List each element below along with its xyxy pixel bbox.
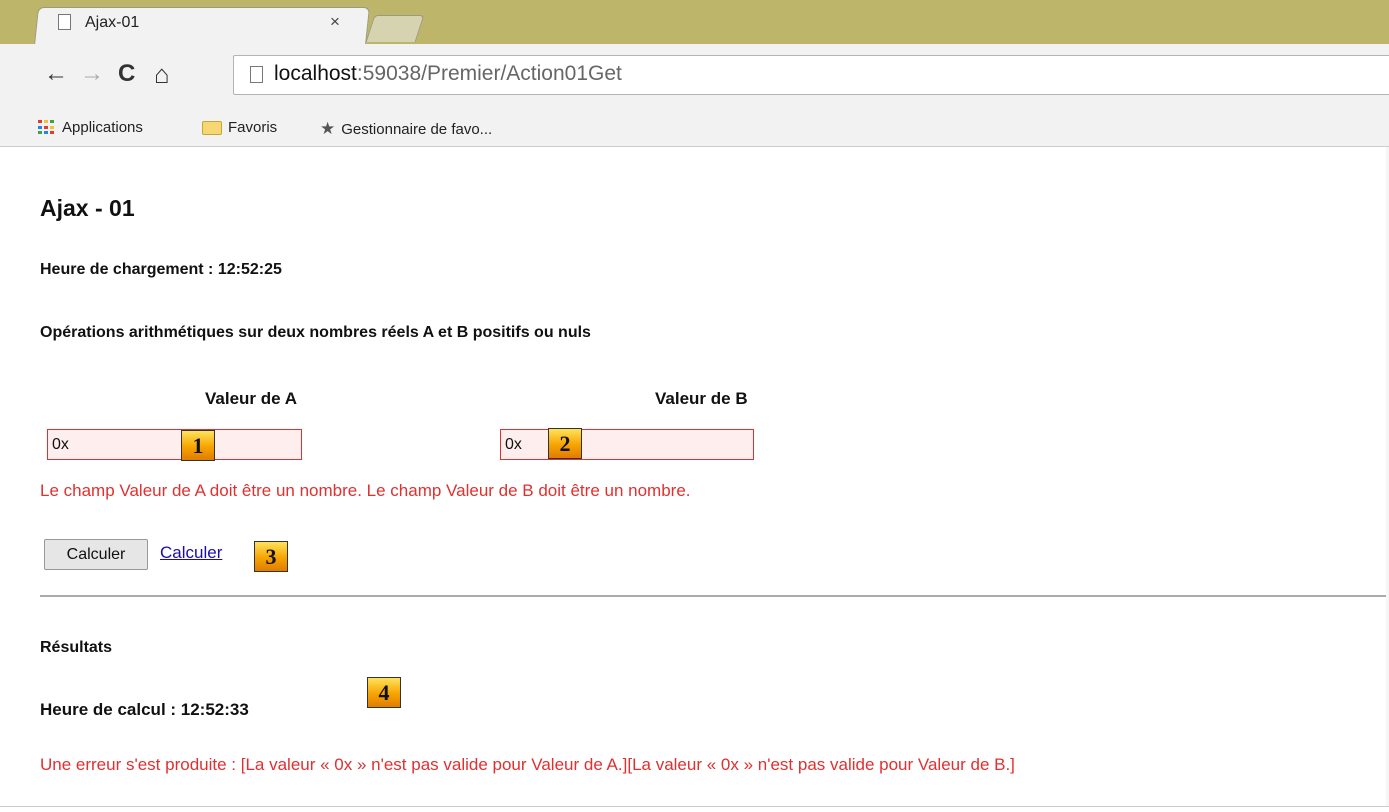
bookmark-label: Gestionnaire de favo...: [341, 120, 493, 138]
calculate-button[interactable]: Calculer: [44, 539, 148, 570]
divider: [40, 595, 1389, 597]
url-host: localhost: [274, 62, 357, 85]
annotation-marker-4: 4: [367, 677, 401, 708]
bookmark-label: Favoris: [228, 119, 278, 136]
annotation-marker-3: 3: [254, 541, 288, 572]
folder-icon: [202, 120, 222, 135]
new-tab-button[interactable]: [365, 15, 425, 42]
validation-error: Le champ Valeur de A doit être un nombre…: [40, 481, 691, 500]
star-icon: ★: [320, 119, 336, 138]
load-time: Heure de chargement : 12:52:25: [40, 261, 282, 278]
page-icon: [58, 14, 71, 30]
calc-time: Heure de calcul : 12:52:33: [40, 700, 249, 719]
forward-icon[interactable]: →: [80, 60, 104, 88]
bookmark-label: Applications: [62, 119, 143, 136]
apps-grid-icon: [38, 120, 56, 135]
bookmark-applications[interactable]: Applications: [38, 119, 143, 136]
value-a-input[interactable]: [47, 429, 302, 460]
tab-close-icon[interactable]: ×: [330, 12, 340, 32]
bookmarks-bar: Applications Favoris ★ Gestionnaire de f…: [0, 110, 1389, 147]
home-icon[interactable]: ⌂: [154, 60, 170, 88]
results-heading: Résultats: [40, 639, 113, 656]
result-error: Une erreur s'est produite : [La valeur «…: [40, 755, 1015, 774]
label-value-b: Valeur de B: [655, 389, 748, 408]
annotation-marker-2: 2: [548, 428, 582, 459]
bookmark-favoris[interactable]: Favoris: [202, 119, 277, 136]
url-path: :59038/Premier/Action01Get: [356, 62, 622, 85]
tab-title: Ajax-01: [85, 14, 140, 31]
annotation-marker-1: 1: [181, 430, 215, 461]
page-title: Ajax - 01: [40, 195, 135, 221]
url-text: localhost:59038/Premier/Action01Get: [274, 62, 622, 86]
back-icon[interactable]: ←: [44, 60, 68, 88]
page-content: Ajax - 01 Heure de chargement : 12:52:25…: [0, 147, 1389, 812]
value-b-input[interactable]: [500, 429, 754, 460]
page-bottom-border: [0, 806, 1389, 807]
label-value-a: Valeur de A: [205, 389, 297, 408]
operations-heading: Opérations arithmétiques sur deux nombre…: [40, 324, 591, 341]
page-icon: [250, 66, 263, 83]
reload-icon[interactable]: C: [118, 60, 135, 88]
bookmark-manager[interactable]: ★ Gestionnaire de favo...: [320, 119, 492, 139]
calculate-link[interactable]: Calculer: [160, 543, 222, 563]
